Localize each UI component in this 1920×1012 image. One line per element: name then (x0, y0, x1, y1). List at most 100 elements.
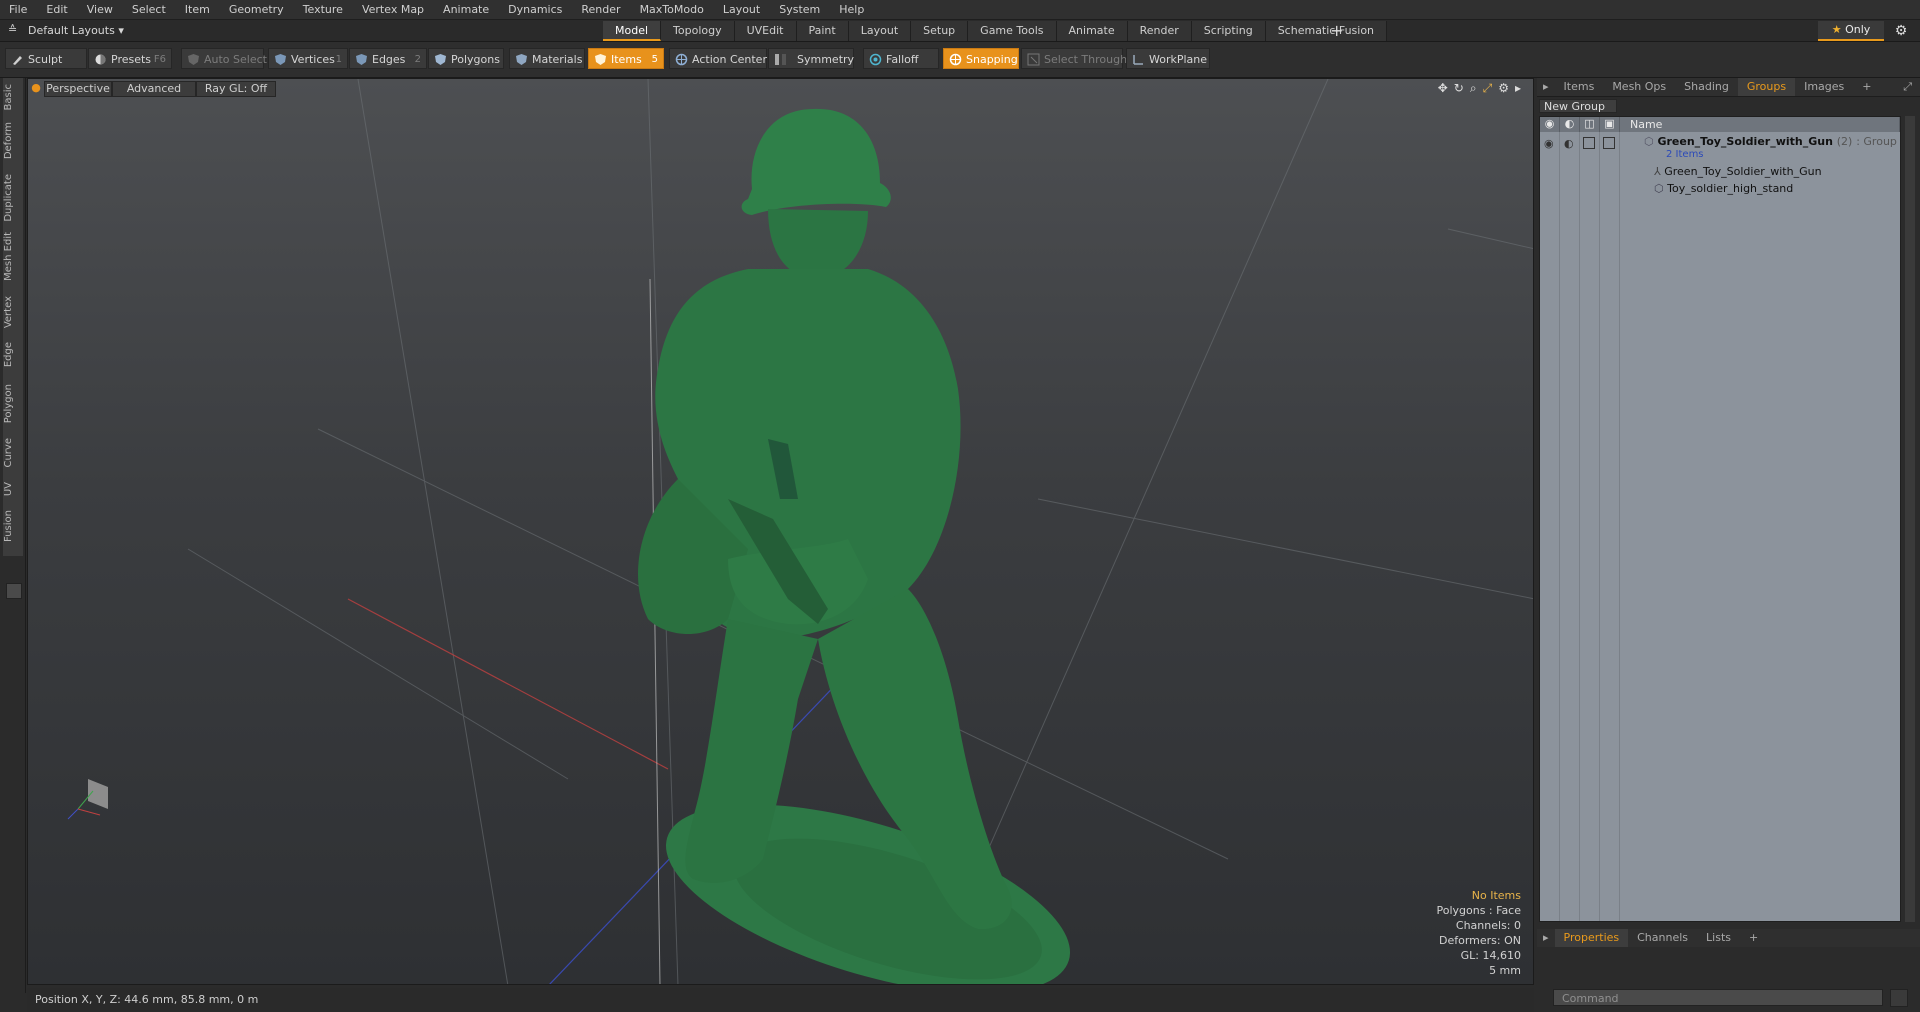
eye-icon[interactable]: ◉ (1544, 137, 1554, 150)
command-input[interactable]: Command (1553, 989, 1883, 1006)
tool-tab-edge[interactable]: Edge (3, 342, 23, 367)
only-button[interactable]: ★ Only (1818, 21, 1884, 41)
viewport-menu-icon[interactable]: ● (30, 81, 42, 95)
tab-layout[interactable]: Layout (848, 21, 912, 41)
strip-toggle-button[interactable] (6, 583, 22, 599)
expand-icon[interactable]: ⤢ (1903, 80, 1912, 94)
menu-maxtomodo[interactable]: MaxToModo (631, 0, 714, 19)
tab-topology[interactable]: Topology (661, 21, 735, 41)
advanced-button[interactable]: Advanced (112, 81, 196, 97)
layout-collapse-icon[interactable]: ≙ (8, 23, 17, 36)
tab-shading[interactable]: Shading (1675, 78, 1738, 96)
edges-button[interactable]: Edges 2 (349, 48, 427, 69)
tool-tab-mesh-edit[interactable]: Mesh Edit (3, 232, 23, 281)
menu-layout[interactable]: Layout (714, 0, 770, 19)
sculpt-button[interactable]: Sculpt (5, 48, 87, 69)
tab-mesh-ops[interactable]: Mesh Ops (1603, 78, 1675, 96)
right_panel.tabs-menu-icon[interactable]: ▸ (1537, 78, 1555, 96)
stat-channels: Channels: 0 (1455, 919, 1521, 932)
layout-dropdown[interactable]: Default Layouts ▾ (28, 23, 124, 39)
visibility-column-icon[interactable]: ◉ (1540, 117, 1560, 132)
select-checkbox[interactable] (1603, 137, 1615, 149)
menu-help[interactable]: Help (830, 0, 874, 19)
tool-tab-polygon[interactable]: Polygon (3, 384, 23, 423)
polygons-button[interactable]: Polygons (428, 48, 504, 69)
presets-button[interactable]: Presets F6 (88, 48, 172, 69)
list-item[interactable]: ⬡ Toy_soldier_high_stand (1540, 181, 1900, 197)
menu-render[interactable]: Render (572, 0, 630, 19)
tab-items[interactable]: Items (1555, 78, 1604, 96)
tab-animate[interactable]: Animate (1056, 21, 1128, 41)
render-toggle-icon[interactable]: ◐ (1564, 137, 1574, 150)
list-scrollbar[interactable] (1905, 116, 1915, 922)
tab-groups[interactable]: Groups (1737, 78, 1796, 96)
lock-column-icon[interactable]: ◫ (1580, 117, 1600, 132)
menu-animate[interactable]: Animate (434, 0, 499, 19)
list-item[interactable]: ⅄ Green_Toy_Soldier_with_Gun (1540, 164, 1900, 180)
tab-game-tools[interactable]: Game Tools (968, 21, 1057, 41)
raygl-button[interactable]: Ray GL: Off (196, 81, 276, 97)
menu-view[interactable]: View (78, 0, 123, 19)
tool-tab-curve[interactable]: Curve (3, 438, 23, 468)
toy-soldier-model[interactable] (638, 108, 1091, 985)
action-center-button[interactable]: Action Center (669, 48, 767, 69)
snapping-button[interactable]: Snapping (943, 48, 1019, 69)
tool-tab-basic[interactable]: Basic (3, 84, 23, 110)
move-icon[interactable]: ✥ (1438, 81, 1448, 96)
zoom-icon[interactable]: ⌕ (1470, 81, 1477, 96)
fit-icon[interactable]: ⤢ (1483, 81, 1493, 96)
right_panel.bottom_tabs-menu-icon[interactable]: ▸ (1537, 929, 1555, 947)
tab-lists[interactable]: Lists (1697, 929, 1740, 947)
menu-edit[interactable]: Edit (37, 0, 77, 19)
new-group-button[interactable]: New Group (1539, 99, 1617, 113)
menu-item[interactable]: Item (176, 0, 220, 19)
auto-select-button[interactable]: Auto Select (181, 48, 267, 69)
perspective-button[interactable]: Perspective (44, 81, 112, 97)
tab-properties[interactable]: Properties (1554, 929, 1629, 947)
falloff-button[interactable]: Falloff (863, 48, 939, 69)
tool-tab-fusion[interactable]: Fusion (3, 510, 23, 542)
tab-scripting[interactable]: Scripting (1191, 21, 1266, 41)
menu-system[interactable]: System (770, 0, 830, 19)
tab-add[interactable]: + (1740, 929, 1767, 947)
add-tab-button[interactable]: + (1330, 21, 1343, 41)
menu-vertex-map[interactable]: Vertex Map (353, 0, 434, 19)
tab-schematic-fusion[interactable]: Schematic Fusion (1265, 21, 1388, 41)
materials-button[interactable]: Materials (509, 48, 585, 69)
tool-tab-duplicate[interactable]: Duplicate (3, 174, 23, 222)
gear-icon[interactable]: ⚙ (1890, 22, 1912, 40)
menu-file[interactable]: File (0, 0, 37, 19)
render-column-icon[interactable]: ◐ (1560, 117, 1580, 132)
tab-uvedit[interactable]: UVEdit (734, 21, 797, 41)
tab-paint[interactable]: Paint (796, 21, 849, 41)
select-through-button[interactable]: Select Through (1021, 48, 1127, 69)
lock-checkbox[interactable] (1583, 137, 1595, 149)
tab-render[interactable]: Render (1127, 21, 1192, 41)
menu-geometry[interactable]: Geometry (220, 0, 294, 19)
tool-tab-vertex[interactable]: Vertex (3, 296, 23, 328)
viewport-nav-controls: ✥ ↻ ⌕ ⤢ ⚙ ▸ (1438, 81, 1521, 96)
settings-icon[interactable]: ⚙ (1498, 81, 1509, 96)
tab-setup[interactable]: Setup (911, 21, 969, 41)
child-item-label: Green_Toy_Soldier_with_Gun (1664, 165, 1822, 178)
menu-dynamics[interactable]: Dynamics (499, 0, 572, 19)
tab-images[interactable]: Images (1795, 78, 1853, 96)
tool-tab-uv[interactable]: UV (3, 482, 23, 496)
command-button[interactable] (1890, 989, 1908, 1007)
tab-model[interactable]: Model (603, 21, 662, 41)
tool-tab-deform[interactable]: Deform (3, 122, 23, 159)
items-button[interactable]: Items 5 (588, 48, 664, 69)
vertices-button[interactable]: Vertices 1 (268, 48, 348, 69)
rotate-icon[interactable]: ↻ (1454, 81, 1464, 96)
workplane-button[interactable]: WorkPlane (1126, 48, 1210, 69)
select-column-icon[interactable]: ▣ (1600, 117, 1620, 132)
menu-texture[interactable]: Texture (294, 0, 353, 19)
tab-add[interactable]: + (1853, 78, 1880, 96)
menu-select[interactable]: Select (123, 0, 176, 19)
tab-channels[interactable]: Channels (1628, 929, 1697, 947)
select-through-icon (1027, 53, 1040, 66)
symmetry-button[interactable]: Symmetry (768, 48, 854, 69)
list-item[interactable]: ◉ ◐ ⬡ Green_Toy_Soldier_with_Gun (2) : G… (1540, 133, 1900, 163)
3d-viewport[interactable]: ● Perspective Advanced Ray GL: Off ✥ ↻ ⌕… (27, 78, 1534, 985)
play-icon[interactable]: ▸ (1515, 81, 1521, 96)
